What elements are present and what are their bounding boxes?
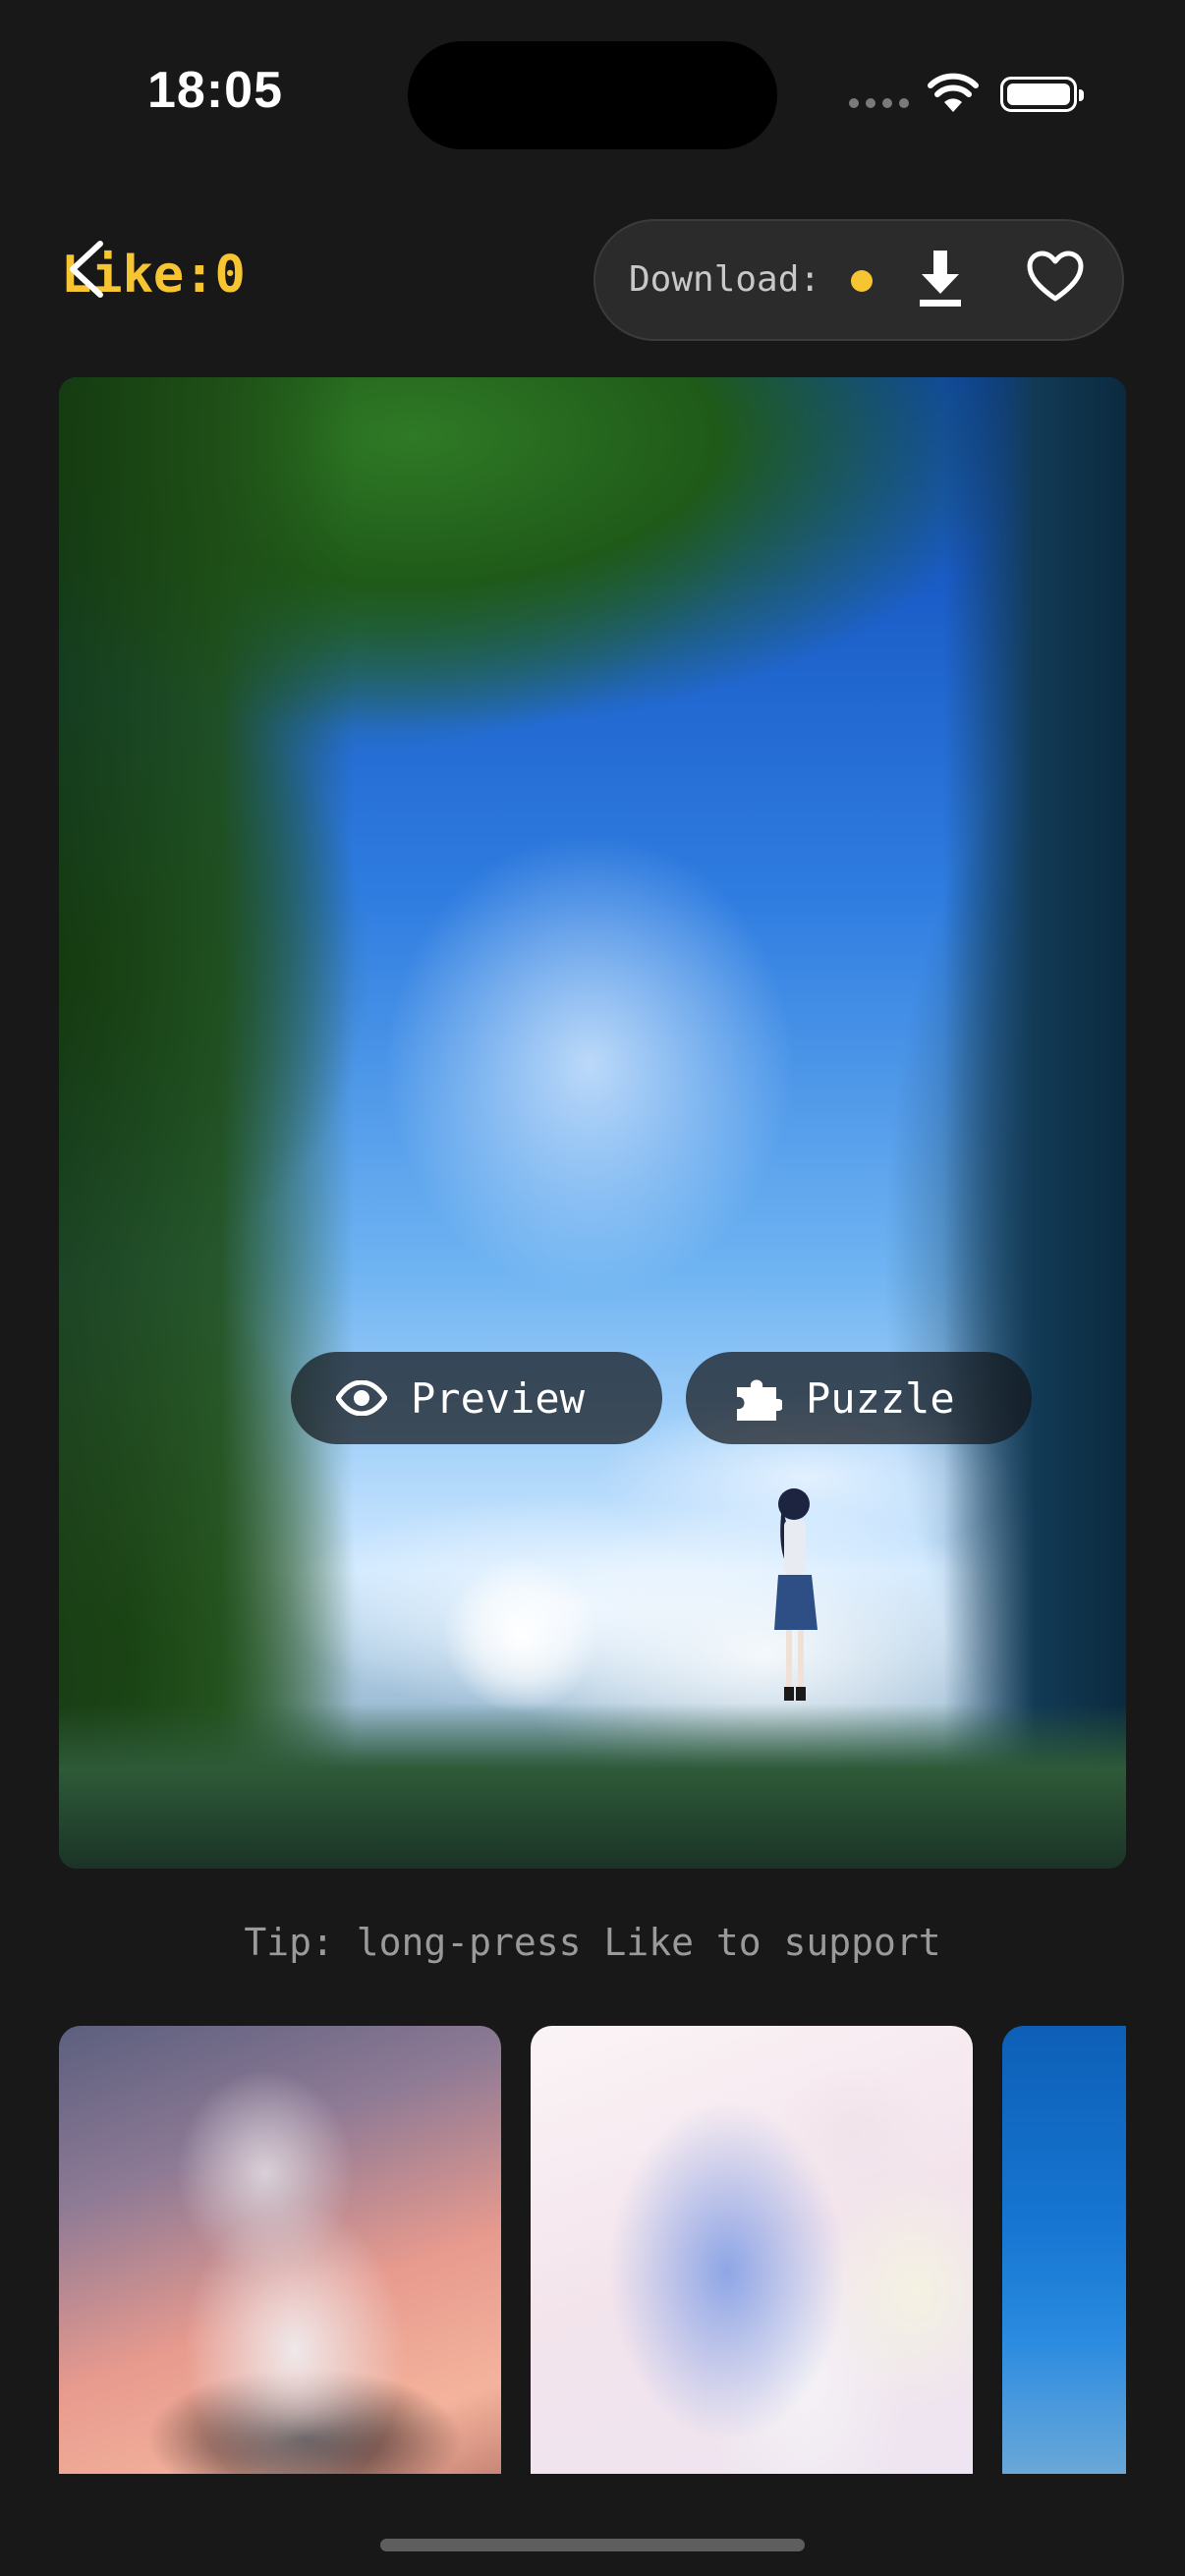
foliage-left — [59, 377, 354, 1869]
download-status-dot — [851, 270, 873, 292]
foliage-right — [943, 377, 1126, 1869]
puzzle-icon — [737, 1379, 782, 1421]
thumbnail-2[interactable] — [531, 2026, 973, 2474]
signal-icon — [849, 98, 909, 108]
thumbnail-1[interactable] — [59, 2026, 501, 2474]
wifi-icon — [928, 73, 979, 112]
sun-glow — [442, 1556, 599, 1713]
home-indicator[interactable] — [380, 2539, 805, 2551]
eye-icon — [336, 1380, 387, 1416]
heart-icon[interactable] — [1026, 250, 1085, 303]
dynamic-island — [408, 41, 777, 149]
wallpaper-image[interactable] — [59, 377, 1126, 1869]
ground — [59, 1704, 1126, 1869]
tip-text: Tip: long-press Like to support — [244, 1921, 941, 1964]
battery-icon — [1000, 77, 1084, 112]
thumbnail-3[interactable] — [1002, 2026, 1126, 2474]
puzzle-label: Puzzle — [806, 1373, 955, 1423]
status-time: 18:05 — [147, 62, 283, 119]
download-icon[interactable] — [914, 249, 967, 308]
preview-label: Preview — [411, 1373, 586, 1423]
back-chevron-icon[interactable] — [65, 240, 108, 299]
puzzle-button[interactable]: Puzzle — [686, 1352, 1032, 1444]
download-label: Download: — [629, 259, 821, 300]
character-figure — [774, 1488, 818, 1701]
preview-button[interactable]: Preview — [291, 1352, 662, 1444]
